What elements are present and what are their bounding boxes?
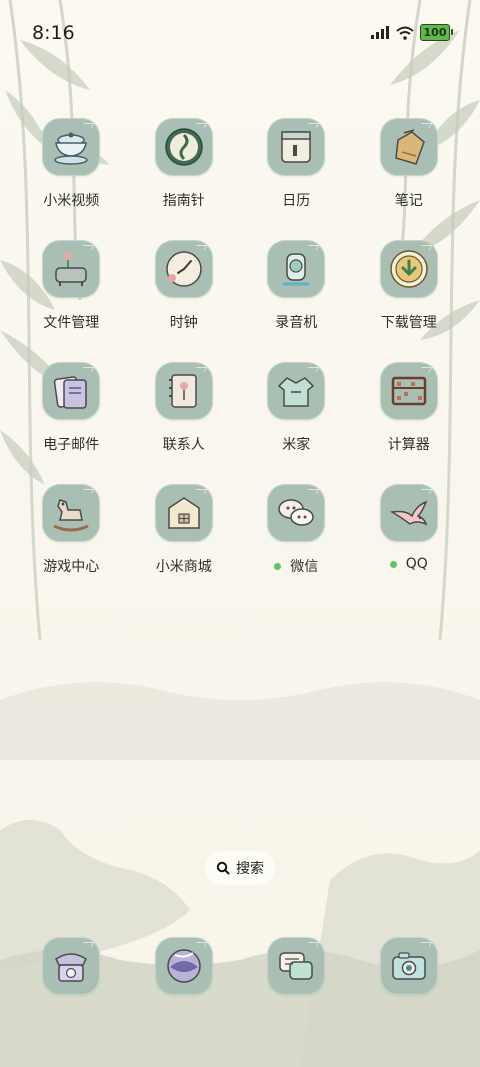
abacus-icon [379,362,438,420]
download-icon [379,240,438,298]
app-clock[interactable]: 时钟 [128,240,241,362]
robe-icon [267,362,326,420]
app-label: 小米视频 [43,193,100,209]
dock [15,937,465,997]
clock-icon [154,240,213,298]
app-calendar[interactable]: 日历 [240,118,353,240]
app-label: 录音机 [275,315,318,331]
search-icon [216,861,230,875]
app-wechat[interactable]: 微信 [240,484,353,606]
app-calculator[interactable]: 计算器 [353,362,466,484]
incense-burner-icon [42,240,101,298]
app-qq[interactable]: QQ [353,484,466,606]
app-label: 小米商城 [155,559,212,575]
contacts-book-icon [154,362,213,420]
app-label: 日历 [282,193,311,209]
app-label: 笔记 [394,193,423,209]
messages-icon [267,937,326,995]
app-label: 米家 [282,437,311,453]
app-contacts[interactable]: 联系人 [128,362,241,484]
calendar-icon [267,118,326,176]
app-label: 联系人 [162,437,205,453]
browser-icon [154,937,213,995]
app-label: 微信 [290,559,319,575]
app-compass[interactable]: 指南针 [128,118,241,240]
dock-camera[interactable] [353,937,466,997]
camera-icon [379,937,438,995]
app-recorder[interactable]: 录音机 [240,240,353,362]
status-bar: 8:16 100 [0,0,480,68]
app-label: 文件管理 [43,315,100,331]
rocking-horse-icon [42,484,101,542]
dock-phone[interactable] [15,937,128,997]
compass-icon [154,118,213,176]
swallow-icon [379,484,438,542]
battery-icon: 100 [420,24,453,41]
app-download-manager[interactable]: 下载管理 [353,240,466,362]
note-tag-icon [379,118,438,176]
notification-dot [389,560,397,568]
chat-bubbles-icon [267,484,326,542]
app-mi-store[interactable]: 小米商城 [128,484,241,606]
telephone-icon [42,937,101,995]
app-label: 游戏中心 [43,559,100,575]
status-time: 8:16 [32,22,75,44]
house-icon [154,484,213,542]
dock-messages[interactable] [240,937,353,997]
signal-icon [371,25,389,39]
app-label: 下载管理 [380,315,437,331]
app-label: 计算器 [387,437,430,453]
tea-cup-icon [42,118,101,176]
recorder-icon [267,240,326,298]
app-label: 电子邮件 [43,437,100,453]
dock-browser[interactable] [128,937,241,997]
app-email[interactable]: 电子邮件 [15,362,128,484]
status-icons: 100 [370,24,453,41]
app-file-manager[interactable]: 文件管理 [15,240,128,362]
mail-icon [42,362,101,420]
app-grid: 小米视频 指南针 日历 笔记 文件管理 时钟 录音机 下载管理 电子邮件 联系人… [15,118,465,606]
search-label: 搜索 [236,861,264,877]
wifi-icon [396,26,414,40]
search-button[interactable]: 搜索 [205,851,275,885]
app-mi-home[interactable]: 米家 [240,362,353,484]
app-mi-video[interactable]: 小米视频 [15,118,128,240]
notification-dot [274,562,282,570]
app-label: QQ [405,556,428,572]
app-game-center[interactable]: 游戏中心 [15,484,128,606]
app-label: 时钟 [169,315,198,331]
app-notes[interactable]: 笔记 [353,118,466,240]
app-label: 指南针 [162,193,205,209]
